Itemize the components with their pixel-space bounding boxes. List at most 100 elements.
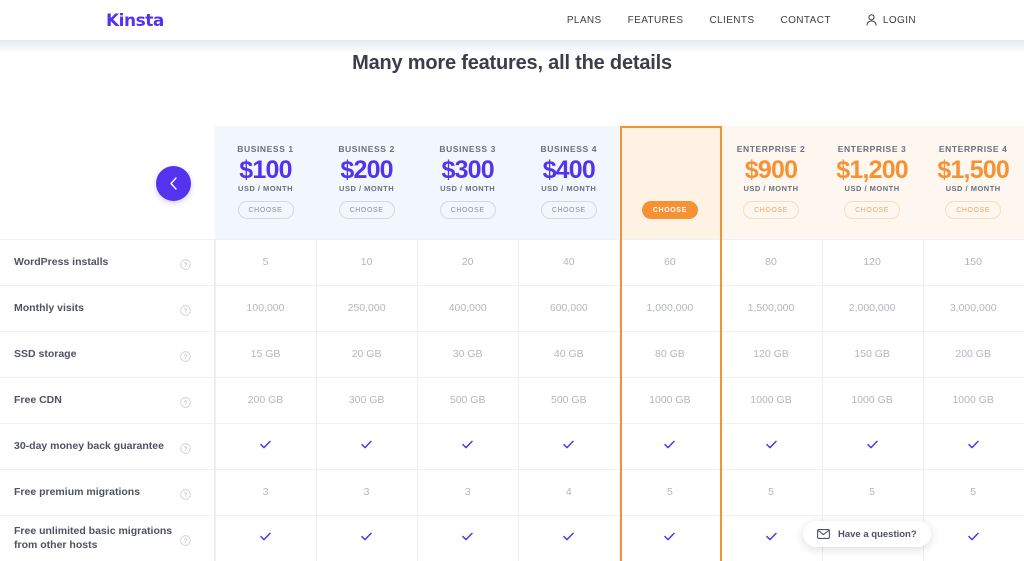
nav-item-features[interactable]: FEATURES bbox=[615, 15, 697, 26]
question-mark-icon[interactable]: ? bbox=[180, 533, 191, 544]
plan-period: USD / MONTH bbox=[440, 184, 495, 193]
feature-value-cell: 1000 GB bbox=[721, 394, 822, 406]
svg-text:?: ? bbox=[184, 492, 188, 499]
feature-value-cell bbox=[215, 440, 316, 452]
feature-row: 30-day money back guarantee? bbox=[0, 423, 1024, 469]
svg-text:?: ? bbox=[184, 308, 188, 315]
checkmark-icon bbox=[260, 440, 271, 449]
feature-label: WordPress installs bbox=[14, 255, 174, 269]
chat-widget-label: Have a question? bbox=[838, 529, 917, 540]
checkmark-icon bbox=[563, 532, 574, 541]
feature-row: WordPress installs?51020406080120150 bbox=[0, 239, 1024, 285]
feature-value-cell: 40 bbox=[518, 256, 619, 268]
choose-plan-button[interactable]: CHOOSE bbox=[945, 201, 1001, 219]
plan-header: BUSINESS 2 $200USD / MONTH CHOOSE bbox=[316, 126, 417, 239]
login-button[interactable]: LOGIN bbox=[866, 14, 916, 26]
feature-value-cell bbox=[619, 532, 720, 544]
nav-item-clients[interactable]: CLIENTS bbox=[696, 15, 767, 26]
svg-text:?: ? bbox=[184, 538, 188, 545]
plan-header: ENTERPRISE 3$1,200USD / MONTHCHOOSE bbox=[822, 126, 923, 239]
top-navigation-bar: Kinsta PLANS FEATURES CLIENTS CONTACT LO… bbox=[0, 0, 1024, 40]
choose-plan-button[interactable]: CHOOSE bbox=[743, 201, 799, 219]
question-mark-icon[interactable]: ? bbox=[180, 303, 191, 314]
plan-period: USD / MONTH bbox=[946, 184, 1001, 193]
plan-price: $1,500 bbox=[937, 157, 1009, 183]
plan-name: BUSINESS 3 bbox=[439, 144, 496, 154]
chevron-left-icon bbox=[169, 177, 178, 190]
choose-plan-button[interactable]: CHOOSE bbox=[440, 201, 496, 219]
checkmark-icon bbox=[766, 440, 777, 449]
pricing-comparison-table: BUSINESS 1$100USD / MONTHCHOOSEBUSINESS … bbox=[0, 126, 1024, 561]
question-mark-icon[interactable]: ? bbox=[180, 349, 191, 360]
feature-value-cell: 80 bbox=[721, 256, 822, 268]
checkmark-icon bbox=[361, 440, 372, 449]
feature-value-cell: 3 bbox=[417, 486, 518, 498]
feature-value-cell: 1,000,000 bbox=[619, 302, 720, 314]
feature-value-cell bbox=[316, 440, 417, 452]
row-separator bbox=[0, 469, 1024, 470]
feature-value-cell: 3 bbox=[316, 486, 417, 498]
carousel-prev-button[interactable] bbox=[156, 166, 191, 201]
plan-name: ENTERPRISE 3 bbox=[838, 144, 907, 154]
plan-period: USD / MONTH bbox=[238, 184, 293, 193]
nav-item-plans[interactable]: PLANS bbox=[554, 15, 615, 26]
svg-text:?: ? bbox=[184, 400, 188, 407]
feature-value-cell bbox=[822, 440, 923, 452]
plan-header: ENTERPRISE 4$1,500USD / MONTHCHOOSE bbox=[923, 126, 1024, 239]
plan-period: USD / MONTH bbox=[743, 184, 798, 193]
plan-name: ENTERPRISE 2 bbox=[737, 144, 806, 154]
nav-item-contact[interactable]: CONTACT bbox=[767, 15, 843, 26]
plan-price: $300 bbox=[441, 157, 493, 183]
choose-plan-button[interactable]: CHOOSE bbox=[642, 201, 698, 219]
plan-period: USD / MONTH bbox=[339, 184, 394, 193]
nav-links: PLANS FEATURES CLIENTS CONTACT LOGIN bbox=[554, 0, 916, 40]
feature-label: Free premium migrations bbox=[14, 485, 174, 499]
feature-value-cell: 500 GB bbox=[518, 394, 619, 406]
row-separator bbox=[0, 423, 1024, 424]
feature-value-cell: 5 bbox=[215, 256, 316, 268]
nav-shadow-divider bbox=[0, 40, 1024, 54]
feature-label: Monthly visits bbox=[14, 301, 174, 315]
feature-value-cell bbox=[721, 440, 822, 452]
feature-value-cell: 400,000 bbox=[417, 302, 518, 314]
feature-value-cell: 2,000,000 bbox=[822, 302, 923, 314]
plan-header: BUSINESS 1$100USD / MONTHCHOOSE bbox=[215, 126, 316, 239]
choose-plan-button[interactable]: CHOOSE bbox=[238, 201, 294, 219]
feature-value-cell: 250,000 bbox=[316, 302, 417, 314]
feature-value-cell: 200 GB bbox=[923, 348, 1024, 360]
feature-value-cell: 40 GB bbox=[518, 348, 619, 360]
feature-value-cell: 5 bbox=[822, 486, 923, 498]
feature-value-cell: 80 GB bbox=[619, 348, 720, 360]
feature-value-cell: 10 bbox=[316, 256, 417, 268]
plan-price: $400 bbox=[543, 157, 595, 183]
question-mark-icon[interactable]: ? bbox=[180, 487, 191, 498]
question-mark-icon[interactable]: ? bbox=[180, 257, 191, 268]
chat-widget-button[interactable]: Have a question? bbox=[803, 521, 931, 547]
feature-value-cell bbox=[923, 532, 1024, 544]
plan-name: BUSINESS 2 bbox=[338, 144, 395, 154]
feature-row: Free premium migrations?33345555 bbox=[0, 469, 1024, 515]
svg-text:?: ? bbox=[184, 446, 188, 453]
checkmark-icon bbox=[968, 440, 979, 449]
feature-value-cell: 30 GB bbox=[417, 348, 518, 360]
question-mark-icon[interactable]: ? bbox=[180, 395, 191, 406]
choose-plan-button[interactable]: CHOOSE bbox=[339, 201, 395, 219]
checkmark-icon bbox=[260, 532, 271, 541]
highlighted-plan-background bbox=[620, 126, 722, 239]
plan-price: $200 bbox=[340, 157, 392, 183]
checkmark-icon bbox=[664, 440, 675, 449]
plan-name: BUSINESS 1 bbox=[237, 144, 294, 154]
feature-value-cell: 120 bbox=[822, 256, 923, 268]
choose-plan-button[interactable]: CHOOSE bbox=[844, 201, 900, 219]
feature-value-cell: 150 GB bbox=[822, 348, 923, 360]
feature-value-cell bbox=[923, 440, 1024, 452]
kinsta-logo[interactable]: Kinsta bbox=[106, 11, 164, 31]
feature-value-cell: 600,000 bbox=[518, 302, 619, 314]
plan-name: BUSINESS 4 bbox=[541, 144, 598, 154]
feature-value-cell: 3,000,000 bbox=[923, 302, 1024, 314]
feature-label: Free CDN bbox=[14, 393, 174, 407]
choose-plan-button[interactable]: CHOOSE bbox=[541, 201, 597, 219]
person-icon bbox=[866, 14, 877, 26]
row-separator bbox=[0, 515, 1024, 516]
question-mark-icon[interactable]: ? bbox=[180, 441, 191, 452]
